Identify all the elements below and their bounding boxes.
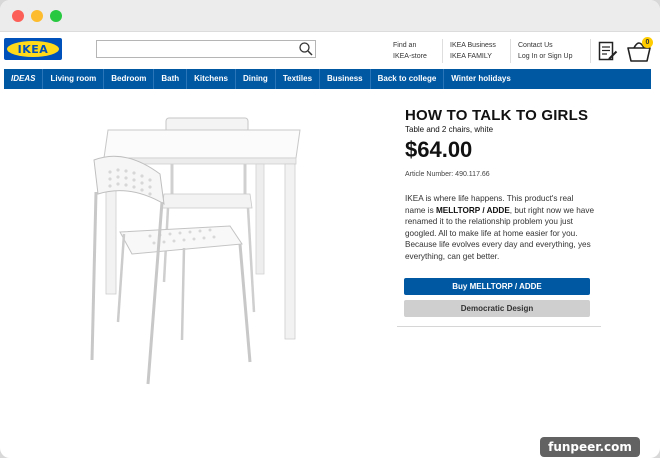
article-number: Article Number: 490.117.66 bbox=[405, 171, 490, 178]
cart-count-badge: 0 bbox=[642, 37, 653, 48]
product-description: IKEA is where life happens. This product… bbox=[405, 193, 595, 262]
find-store-link[interactable]: Find an IKEA-store bbox=[393, 40, 427, 62]
shopping-list-icon[interactable] bbox=[598, 41, 618, 62]
nav-item-ideas[interactable]: IDEAS bbox=[4, 69, 44, 89]
close-window-button[interactable] bbox=[12, 10, 24, 22]
nav-item-bath[interactable]: Bath bbox=[154, 69, 188, 89]
ikea-family-link[interactable]: IKEA FAMILY bbox=[450, 51, 496, 62]
find-store-line1: Find an bbox=[393, 42, 417, 49]
ikea-business-link[interactable]: IKEA Business bbox=[450, 40, 496, 51]
nav-item-kitchens[interactable]: Kitchens bbox=[187, 69, 236, 89]
login-signup-link[interactable]: Log In or Sign Up bbox=[518, 51, 572, 62]
divider bbox=[397, 326, 601, 327]
nav-item-back-to-college[interactable]: Back to college bbox=[371, 69, 445, 89]
watermark: funpeer.com bbox=[540, 437, 640, 457]
nav-item-bedroom[interactable]: Bedroom bbox=[104, 69, 155, 89]
contact-us-link[interactable]: Contact Us bbox=[518, 40, 572, 51]
search-icon[interactable] bbox=[298, 41, 314, 57]
buy-button[interactable]: Buy MELLTORP / ADDE bbox=[404, 278, 590, 295]
business-links[interactable]: IKEA Business IKEA FAMILY bbox=[450, 40, 496, 62]
product-title: HOW TO TALK TO GIRLS bbox=[405, 107, 589, 124]
browser-window: IKEA Find an IKEA-store IKEA Business IK… bbox=[0, 0, 660, 458]
search-input[interactable] bbox=[96, 40, 316, 58]
divider bbox=[590, 39, 591, 63]
nav-item-winter-holidays[interactable]: Winter holidays bbox=[444, 69, 518, 89]
category-nav: IDEAS Living room Bedroom Bath Kitchens … bbox=[4, 69, 651, 89]
nav-item-business[interactable]: Business bbox=[320, 69, 371, 89]
product-image bbox=[90, 117, 301, 385]
site-header: IKEA Find an IKEA-store IKEA Business IK… bbox=[0, 32, 660, 68]
divider bbox=[510, 39, 511, 63]
nav-item-textiles[interactable]: Textiles bbox=[276, 69, 321, 89]
ikea-logo[interactable]: IKEA bbox=[4, 38, 62, 60]
logo-text: IKEA bbox=[7, 41, 59, 57]
contact-links[interactable]: Contact Us Log In or Sign Up bbox=[518, 40, 572, 62]
minimize-window-button[interactable] bbox=[31, 10, 43, 22]
product-price: $64.00 bbox=[405, 137, 473, 162]
title-bar bbox=[0, 0, 660, 32]
nav-item-living-room[interactable]: Living room bbox=[43, 69, 105, 89]
divider bbox=[442, 39, 443, 63]
democratic-design-button[interactable]: Democratic Design bbox=[404, 300, 590, 317]
maximize-window-button[interactable] bbox=[50, 10, 62, 22]
nav-item-dining[interactable]: Dining bbox=[236, 69, 276, 89]
product-subtitle: Table and 2 chairs, white bbox=[405, 125, 494, 134]
description-product-name: MELLTORP / ADDE bbox=[435, 205, 510, 215]
find-store-line2: IKEA-store bbox=[393, 53, 427, 60]
